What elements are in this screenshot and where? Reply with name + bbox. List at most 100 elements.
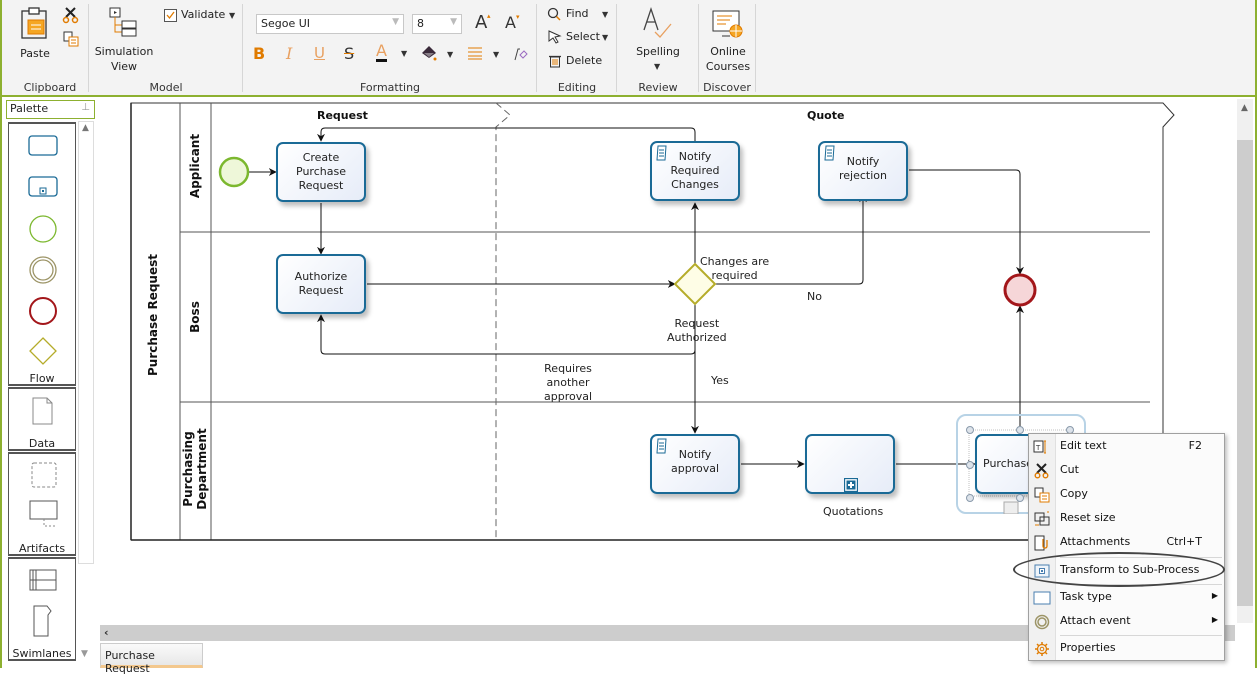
- scissors-icon: [1034, 463, 1049, 479]
- menu-item-shortcut: F2: [1188, 439, 1202, 452]
- shrink-indicator-icon: ▾: [516, 13, 520, 21]
- align-button[interactable]: ▼: [467, 45, 503, 63]
- start-event-icon[interactable]: [28, 214, 58, 244]
- italic-button[interactable]: I: [286, 44, 302, 63]
- subprocess-shape-icon[interactable]: [28, 176, 58, 198]
- select-dropdown-icon: ▼: [602, 33, 609, 42]
- reset-size-icon: [1034, 511, 1050, 526]
- scroll-up-icon[interactable]: ▲: [1241, 103, 1248, 113]
- task-shape-icon[interactable]: [28, 135, 58, 157]
- palette-section-label[interactable]: Swimlanes: [9, 647, 75, 660]
- palette-section-label[interactable]: Data: [9, 437, 75, 450]
- task-authorize-request[interactable]: Authorize Request: [276, 254, 366, 314]
- menu-item-label: Cut: [1060, 463, 1079, 476]
- menu-item-edit-text[interactable]: T Edit text F2: [1029, 436, 1224, 458]
- menu-item-copy[interactable]: Copy: [1029, 484, 1224, 506]
- simulation-view-button[interactable]: Simulation View: [94, 4, 154, 74]
- submenu-arrow-icon: ▶: [1211, 591, 1218, 600]
- task-notify-rejection[interactable]: Notify rejection: [818, 141, 908, 201]
- select-button[interactable]: Select ▼: [546, 29, 612, 47]
- data-object-icon[interactable]: [32, 397, 54, 425]
- menu-item-task-type[interactable]: Task type ▶: [1029, 587, 1224, 609]
- gateway-icon[interactable]: [29, 337, 57, 365]
- menu-item-properties[interactable]: Properties: [1029, 638, 1224, 660]
- flow-label-no: No: [807, 290, 822, 303]
- subprocess-quotations[interactable]: [805, 434, 895, 494]
- palette-section-label[interactable]: Artifacts: [9, 542, 75, 555]
- task-notify-required-changes[interactable]: Notify Required Changes: [650, 141, 740, 201]
- shrink-font-button[interactable]: A ▾: [505, 13, 523, 35]
- flow-label-another-approval: Requires another approval: [544, 362, 592, 404]
- palette-scroll-down[interactable]: ▼: [78, 646, 94, 664]
- pin-icon[interactable]: ⊥: [81, 102, 90, 113]
- menu-item-label: Properties: [1060, 641, 1116, 654]
- spelling-button[interactable]: Spelling ▼: [628, 4, 688, 76]
- task-label-line: Create: [302, 151, 340, 164]
- menu-item-cut[interactable]: Cut: [1029, 460, 1224, 482]
- task-label-line: Request: [298, 179, 344, 192]
- document-tab[interactable]: Purchase Request: [100, 643, 203, 675]
- simulation-label-line1: Simulation: [94, 45, 154, 58]
- menu-item-reset-size[interactable]: Reset size: [1029, 508, 1224, 530]
- online-courses-button[interactable]: Online Courses: [702, 4, 754, 76]
- pool-lane-icon[interactable]: [29, 569, 57, 591]
- palette-title: Palette: [10, 102, 49, 115]
- task-create-purchase-request[interactable]: Create Purchase Request: [276, 142, 366, 202]
- scroll-up-icon[interactable]: ▲: [82, 123, 89, 133]
- palette-scrollbar[interactable]: ▲: [78, 121, 94, 564]
- delete-button[interactable]: Delete: [546, 53, 612, 71]
- start-event: [218, 156, 250, 188]
- find-button[interactable]: Find ▼: [546, 6, 612, 24]
- simulation-view-icon: [109, 7, 137, 37]
- flow-label-yes: Yes: [711, 374, 729, 387]
- font-family-select[interactable]: Segoe UI ▼: [256, 14, 404, 34]
- bold-button[interactable]: B: [253, 44, 269, 63]
- fill-color-button[interactable]: ▼: [420, 44, 456, 64]
- attach-event-icon: [1034, 614, 1050, 630]
- subprocess-label: Quotations: [823, 505, 884, 518]
- expand-subprocess-icon[interactable]: [844, 478, 858, 492]
- strikethrough-button[interactable]: S: [344, 44, 360, 63]
- group-artifact-icon[interactable]: [31, 462, 57, 488]
- copy-icon: [63, 31, 79, 47]
- ribbon: Paste Clipboard Simulation View Validate: [0, 0, 1257, 97]
- highlight-annotation-ellipse: [1013, 552, 1225, 587]
- spelling-icon: [643, 6, 672, 38]
- spelling-dropdown-icon: ▼: [654, 62, 661, 71]
- task-type-icon: [1033, 591, 1051, 605]
- task-notify-approval[interactable]: Notify approval: [650, 434, 740, 494]
- menu-item-label: Attachments: [1060, 535, 1131, 548]
- phase-label-request[interactable]: Request: [317, 109, 368, 122]
- cut-button[interactable]: [62, 6, 80, 24]
- svg-text:T: T: [1035, 444, 1041, 452]
- lane-label-purchasing[interactable]: Purchasing Department: [181, 419, 209, 519]
- scroll-left-icon[interactable]: ‹: [104, 626, 109, 639]
- menu-item-attach-event[interactable]: Attach event ▶: [1029, 611, 1224, 633]
- paste-button[interactable]: Paste: [14, 4, 56, 60]
- clear-format-button[interactable]: [512, 46, 528, 62]
- task-label-line: Changes: [671, 178, 719, 191]
- end-event-icon[interactable]: [28, 296, 58, 326]
- vertical-scroll-thumb[interactable]: [1237, 140, 1253, 606]
- grow-font-button[interactable]: A ▴: [475, 12, 493, 34]
- phase-label-quote[interactable]: Quote: [807, 109, 844, 122]
- underline-button[interactable]: U: [314, 44, 330, 62]
- copy-button[interactable]: [62, 30, 80, 48]
- vertical-scrollbar[interactable]: ▲: [1237, 99, 1253, 623]
- pool-label[interactable]: Purchase Request: [146, 254, 160, 376]
- palette-section-label[interactable]: Flow: [9, 372, 75, 385]
- trash-icon: [549, 55, 561, 68]
- validate-button[interactable]: Validate ▼: [162, 7, 240, 25]
- phase-icon[interactable]: [33, 605, 53, 637]
- lane-label-boss[interactable]: Boss: [188, 287, 202, 347]
- formatting-group-label: Formatting: [359, 81, 421, 94]
- editing-group-label: Editing: [557, 81, 597, 94]
- font-color-button[interactable]: A ▼: [376, 43, 410, 63]
- intermediate-event-icon[interactable]: [28, 255, 58, 285]
- menu-item-attachments[interactable]: Attachments Ctrl+T: [1029, 532, 1224, 554]
- lane-label-applicant[interactable]: Applicant: [188, 126, 202, 206]
- font-size-select[interactable]: 8 ▼: [412, 14, 462, 34]
- annotation-artifact-icon[interactable]: [29, 500, 59, 530]
- task-label-line: Purchase: [296, 165, 346, 178]
- edit-text-icon: T: [1033, 440, 1046, 454]
